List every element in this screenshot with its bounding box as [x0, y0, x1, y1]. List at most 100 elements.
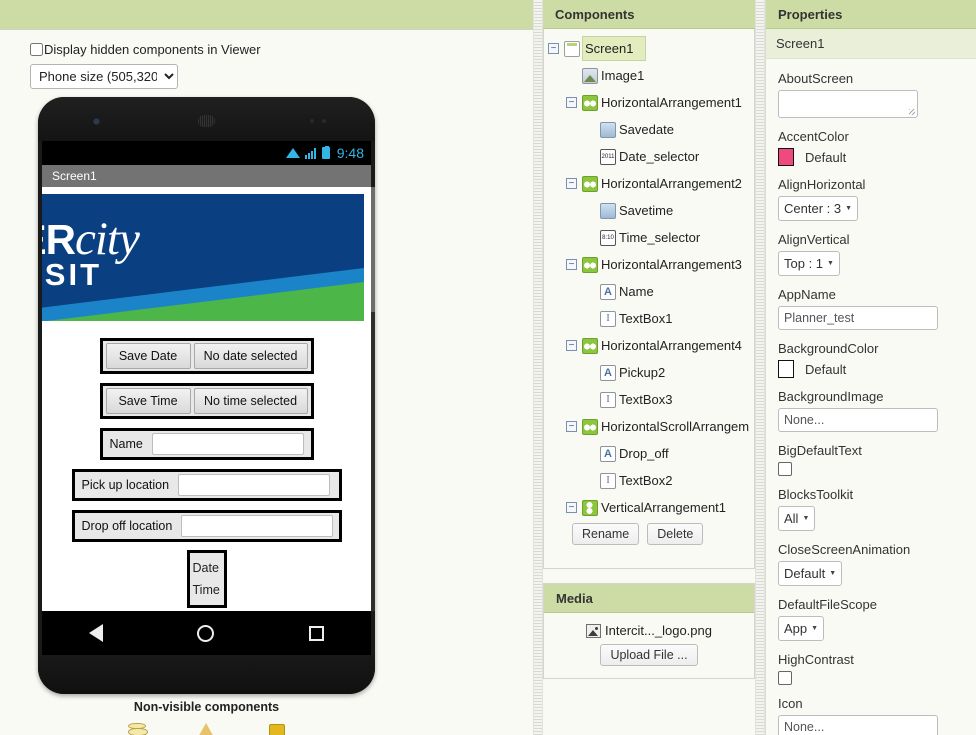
sensor-icon — [310, 119, 314, 123]
tree-collapse-toggle[interactable]: − — [548, 43, 559, 54]
color-swatch[interactable] — [778, 360, 794, 378]
recents-icon[interactable] — [308, 625, 324, 641]
tree-item-screen1[interactable]: − Screen1 — [548, 35, 750, 62]
tree-item-horizontalarrangement2[interactable]: − HorizontalArrangement2 — [548, 170, 750, 197]
date-selector-button[interactable]: No date selected — [193, 343, 308, 369]
tree-item-horizontalarrangement1[interactable]: − HorizontalArrangement1 — [548, 89, 750, 116]
tree-item-savetime[interactable]: Savetime — [548, 197, 750, 224]
tree-item-label: HorizontalArrangement1 — [601, 95, 742, 110]
tree-item-label: TextBox2 — [619, 473, 673, 488]
textbox1[interactable] — [151, 433, 304, 455]
tree-collapse-toggle[interactable]: − — [566, 421, 577, 432]
horizontal-scroll-arrangement1[interactable]: Drop off location — [71, 510, 342, 542]
image1-logo[interactable]: TERcity ANSIT — [42, 194, 364, 321]
tree-item-verticalarrangement1[interactable]: − VerticalArrangement1 — [548, 494, 750, 521]
delete-button[interactable]: Delete — [647, 523, 704, 545]
property-dropdown[interactable]: All ▼ — [778, 506, 816, 531]
property-color-row[interactable]: Default — [778, 360, 964, 378]
property-color-row[interactable]: Default — [778, 148, 964, 166]
screen-size-select[interactable]: Phone size (505,320) — [30, 64, 178, 89]
rename-button[interactable]: Rename — [572, 523, 640, 545]
media-file-item[interactable]: Intercit..._logo.png — [586, 623, 712, 638]
tinydb-icon[interactable] — [126, 722, 148, 735]
property-input[interactable]: Planner_test — [778, 306, 938, 330]
horizontal-arrangement-icon — [582, 94, 598, 111]
media-file-name: Intercit..._logo.png — [605, 623, 712, 638]
horizontal-arrangement1[interactable]: Save Date No date selected — [99, 338, 314, 374]
textbox-icon: I — [600, 472, 616, 489]
property-input[interactable]: None... — [778, 715, 938, 735]
time-selector-button[interactable]: No time selected — [193, 388, 308, 414]
property-label: CloseScreenAnimation — [778, 542, 911, 557]
tree-item-textbox1[interactable]: I TextBox1 — [548, 305, 750, 332]
tree-item-image1[interactable]: Image1 — [548, 62, 750, 89]
components-panel-title: Components — [543, 0, 755, 29]
tree-item-time_selector[interactable]: 8:10 Time_selector — [548, 224, 750, 251]
viewer-panel: Display hidden components in Viewer Phon… — [0, 0, 533, 735]
screen-canvas: TERcity ANSIT Save Date No date selected… — [42, 187, 371, 611]
notifier-icon[interactable] — [196, 722, 218, 735]
color-value-label: Default — [805, 361, 847, 377]
dropdown-value: App — [784, 621, 808, 636]
property-checkbox[interactable] — [778, 671, 792, 685]
property-textarea[interactable] — [778, 90, 918, 118]
horizontal-arrangement4[interactable]: Pick up location — [71, 469, 342, 501]
horizontal-arrangement3[interactable]: Name — [99, 428, 314, 460]
savedate-button[interactable]: Save Date — [105, 343, 191, 369]
tree-item-textbox3[interactable]: I TextBox3 — [548, 386, 750, 413]
property-dropdown[interactable]: App ▼ — [778, 616, 825, 641]
property-highcontrast: HighContrast — [778, 652, 964, 685]
tree-item-drop_off[interactable]: A Drop_off — [548, 440, 750, 467]
textbox-icon: I — [600, 310, 616, 327]
tree-collapse-toggle[interactable]: − — [566, 178, 577, 189]
back-icon[interactable] — [89, 624, 104, 642]
property-dropdown[interactable]: Top : 1 ▼ — [778, 251, 840, 276]
property-dropdown[interactable]: Center : 3 ▼ — [778, 196, 859, 221]
property-label: BlocksToolkit — [778, 487, 854, 502]
tree-item-savedate[interactable]: Savedate — [548, 116, 750, 143]
tree-collapse-toggle[interactable]: − — [566, 340, 577, 351]
dropdown-value: Default — [784, 566, 826, 581]
tree-item-textbox2[interactable]: I TextBox2 — [548, 467, 750, 494]
tree-item-horizontalscrollarrangem[interactable]: − HorizontalScrollArrangem — [548, 413, 750, 440]
splitter-components-properties[interactable] — [755, 0, 765, 735]
speaker-icon — [198, 115, 215, 127]
file-icon[interactable] — [266, 722, 288, 735]
horizontal-arrangement-icon — [582, 337, 598, 354]
tree-item-pickup2[interactable]: A Pickup2 — [548, 359, 750, 386]
textbox3[interactable] — [178, 474, 331, 496]
chevron-down-icon: ▼ — [811, 625, 819, 632]
tree-item-date_selector[interactable]: 2011 Date_selector — [548, 143, 750, 170]
splitter-viewer-components[interactable] — [533, 0, 543, 735]
property-dropdown[interactable]: Default ▼ — [778, 561, 843, 586]
tree-collapse-toggle[interactable]: − — [566, 502, 577, 513]
property-label: Icon — [778, 696, 803, 711]
tree-collapse-toggle[interactable]: − — [566, 97, 577, 108]
components-panel: Components − Screen1 Image1 − HorizontalArra… — [543, 0, 755, 735]
phone-bezel-bottom — [38, 655, 375, 694]
display-hidden-components-row[interactable]: Display hidden components in Viewer — [30, 42, 533, 57]
property-input[interactable]: None... — [778, 408, 938, 432]
property-checkbox[interactable] — [778, 462, 792, 476]
tree-item-horizontalarrangement4[interactable]: − HorizontalArrangement4 — [548, 332, 750, 359]
display-hidden-components-checkbox[interactable] — [30, 43, 43, 56]
tree-item-label: Drop_off — [619, 446, 669, 461]
property-icon: Icon None... — [778, 696, 964, 735]
viewer-scrollbar[interactable] — [371, 187, 375, 611]
textbox2[interactable] — [181, 515, 334, 537]
property-alignvertical: AlignVertical Top : 1 ▼ — [778, 232, 964, 276]
home-icon[interactable] — [197, 624, 215, 642]
button-icon — [600, 202, 616, 219]
upload-file-button[interactable]: Upload File ... — [600, 644, 698, 666]
property-aboutscreen: AboutScreen — [778, 71, 964, 118]
horizontal-arrangement2[interactable]: Save Time No time selected — [99, 383, 314, 419]
savetime-button[interactable]: Save Time — [105, 388, 191, 414]
properties-panel-title: Properties — [766, 0, 976, 29]
tree-item-horizontalarrangement3[interactable]: − HorizontalArrangement3 — [548, 251, 750, 278]
vertical-arrangement1[interactable]: Date Time — [186, 550, 227, 608]
color-swatch[interactable] — [778, 148, 794, 166]
tree-item-name[interactable]: A Name — [548, 278, 750, 305]
property-label: HighContrast — [778, 652, 854, 667]
tree-collapse-toggle[interactable]: − — [566, 259, 577, 270]
non-visible-components-title: Non-visible components — [133, 700, 280, 714]
